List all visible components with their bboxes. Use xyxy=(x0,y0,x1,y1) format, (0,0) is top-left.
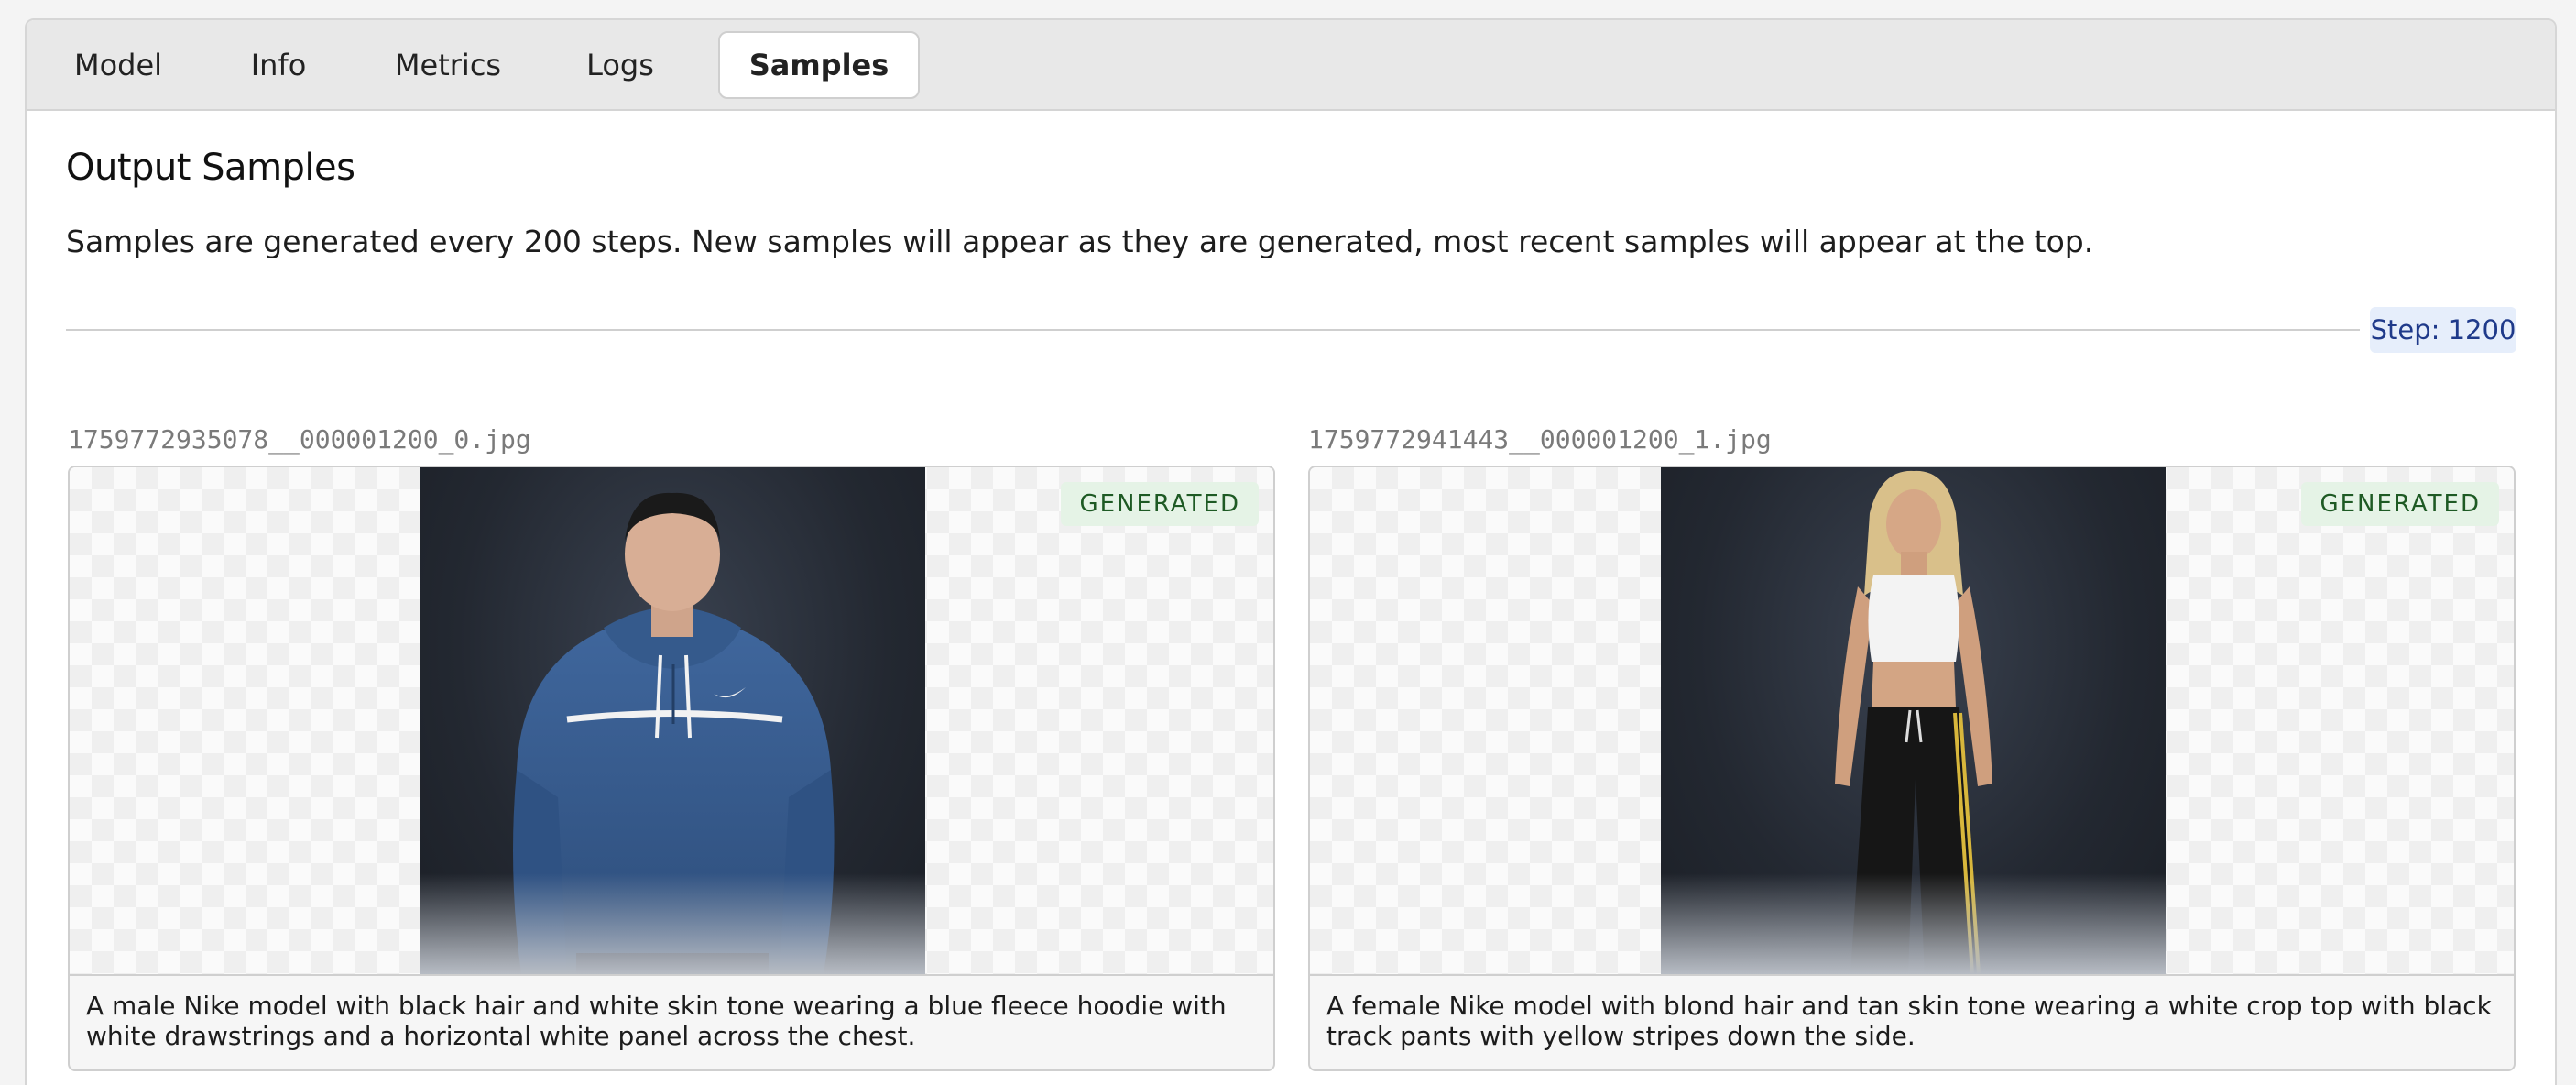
sample-image-area[interactable]: GENERATED xyxy=(1310,467,2514,976)
tab-metrics[interactable]: Metrics xyxy=(375,31,521,99)
sample-image xyxy=(1661,467,2166,974)
sample-item: 1759772941443__000001200_1.jpg GENERATED… xyxy=(1308,422,2516,1071)
sample-card[interactable]: GENERATED A female Nike model with blond… xyxy=(1308,466,2516,1071)
tab-samples[interactable]: Samples xyxy=(718,31,920,99)
section-description: Samples are generated every 200 steps. N… xyxy=(66,224,2094,259)
samples-panel: Model Info Metrics Logs Samples Output S… xyxy=(25,18,2557,1085)
tab-model[interactable]: Model xyxy=(54,31,182,99)
sample-filename: 1759772941443__000001200_1.jpg xyxy=(1308,424,1772,455)
sample-filename: 1759772935078__000001200_0.jpg xyxy=(68,424,531,455)
tab-info[interactable]: Info xyxy=(228,31,329,99)
generated-badge: GENERATED xyxy=(2301,482,2499,526)
sample-item: 1759772935078__000001200_0.jpg GENERATED… xyxy=(68,422,1275,1071)
sample-caption: A male Nike model with black hair and wh… xyxy=(86,991,1227,1051)
generated-badge: GENERATED xyxy=(1061,482,1259,526)
tab-bar: Model Info Metrics Logs Samples xyxy=(27,20,2555,111)
sample-caption: A female Nike model with blond hair and … xyxy=(1326,991,2492,1051)
sample-card[interactable]: GENERATED A male Nike model with black h… xyxy=(68,466,1275,1071)
sample-image xyxy=(420,467,925,974)
step-divider xyxy=(66,329,2360,331)
step-badge: Step: 1200 xyxy=(2370,307,2516,353)
tab-logs[interactable]: Logs xyxy=(565,31,675,99)
sample-image-area[interactable]: GENERATED xyxy=(70,467,1273,976)
section-title: Output Samples xyxy=(66,147,355,189)
